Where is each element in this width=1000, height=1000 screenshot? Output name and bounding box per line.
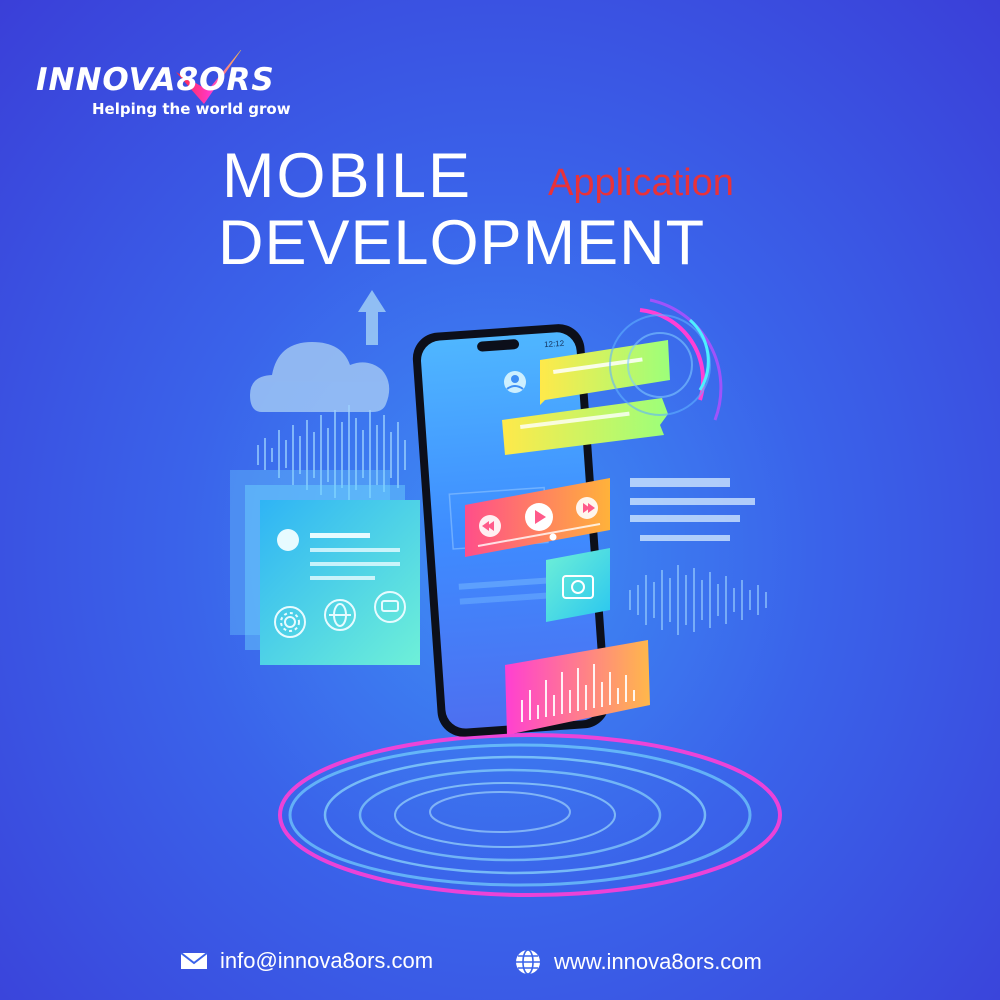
camera-card [546, 548, 610, 622]
sound-wave-right [629, 565, 767, 635]
cloud-icon [250, 290, 390, 412]
globe-icon [324, 599, 356, 631]
status-time: 12:12 [544, 339, 565, 349]
fast-forward-icon [576, 497, 598, 519]
globe-icon [516, 949, 540, 975]
website-contact[interactable]: www.innova8ors.com [514, 948, 762, 976]
mobile-illustration: 12:12 [230, 290, 782, 897]
play-icon [525, 503, 553, 531]
profile-avatar-icon [277, 529, 299, 551]
right-lines [630, 478, 755, 541]
mail-icon [180, 952, 208, 969]
rewind-icon [479, 515, 501, 537]
base-rings [278, 733, 782, 897]
email-text: info@innova8ors.com [220, 948, 434, 973]
left-card-stack [230, 470, 420, 665]
email-contact[interactable]: info@innova8ors.com [180, 948, 433, 974]
website-text: www.innova8ors.com [554, 949, 762, 974]
contact-footer: info@innova8ors.com www.innova8ors.com [180, 948, 840, 982]
